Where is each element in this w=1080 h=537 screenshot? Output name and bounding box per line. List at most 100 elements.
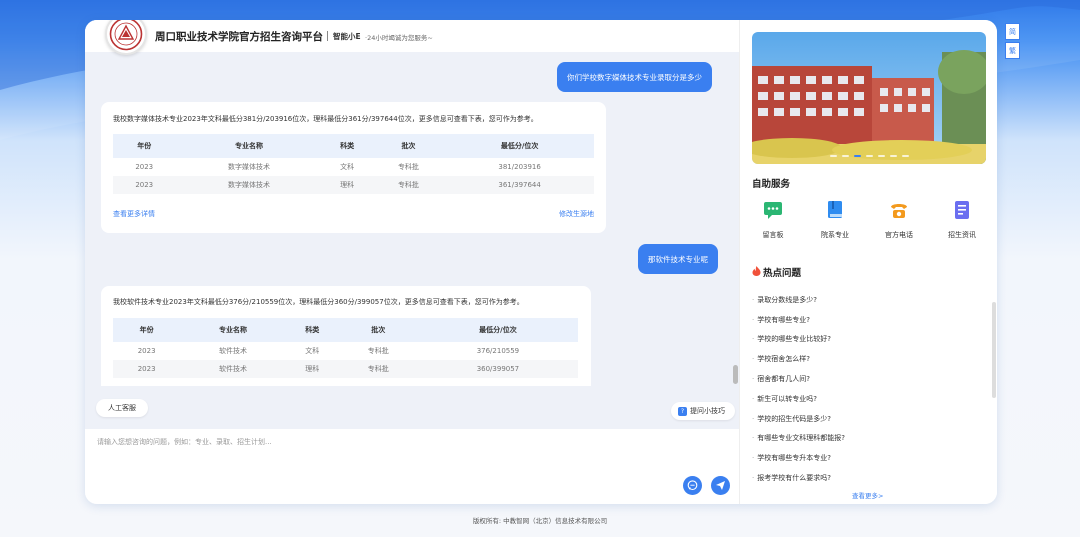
carousel-dot[interactable] xyxy=(889,155,897,157)
table-cell: 专科批 xyxy=(397,163,419,171)
carousel-dot[interactable] xyxy=(877,155,885,157)
question-tips-button[interactable]: ? 提问小技巧 xyxy=(671,402,735,420)
table-cell: 文科 xyxy=(340,163,355,171)
carousel-dot[interactable] xyxy=(901,155,909,157)
service-label: 招生资讯 xyxy=(948,231,976,239)
page-title: 周口职业技术学院官方招生咨询平台 xyxy=(155,31,323,43)
campus-building-image xyxy=(752,32,986,164)
table-cell: 361/397644 xyxy=(445,176,594,194)
table-cell: 理科 xyxy=(322,176,372,194)
bot-message-text: 我校软件技术专业2023年文科最低分376分/210559位次，理科最低分360… xyxy=(113,298,524,306)
column-header: 年份 xyxy=(113,318,181,342)
chat-bubble-button[interactable] xyxy=(683,476,702,495)
table-header-row: 年份 专业名称 科类 批次 最低分/位次 xyxy=(113,134,594,158)
sidebar: 自助服务 留言板 院系专业 官方电话 招生资讯 热点问题 · 录取分数线是多少?… xyxy=(739,20,997,504)
column-header: 科类 xyxy=(322,134,372,158)
hot-question-item[interactable]: 学校的招生代码是多少? xyxy=(752,409,982,429)
carousel-indicators[interactable] xyxy=(752,155,986,157)
telephone-icon xyxy=(891,204,907,218)
table-cell: 2023 xyxy=(113,360,181,378)
hot-question-item[interactable]: 录取分数线是多少? xyxy=(752,290,982,310)
bot-message-text: 我校数字媒体技术专业2023年文科最低分381分/203916位次，理科最低分3… xyxy=(113,115,538,123)
column-header: 最低分/位次 xyxy=(445,134,594,158)
table-cell: 数字媒体技术 xyxy=(228,163,271,171)
input-area xyxy=(85,429,739,504)
score-table: 年份 专业名称 科类 批次 最低分/位次 2023 数字媒体技术 文科 专科批 … xyxy=(113,134,594,194)
simplified-chinese-button[interactable]: 简 xyxy=(1005,23,1020,40)
fire-icon xyxy=(752,266,761,276)
table-row: 2023 数字媒体技术 理科 专科批 361/397644 xyxy=(113,176,594,194)
service-phone[interactable]: 官方电话 xyxy=(874,200,924,240)
bot-message: 我校数字媒体技术专业2023年文科最低分381分/203916位次，理科最低分3… xyxy=(101,102,606,233)
column-header: 科类 xyxy=(285,318,339,342)
user-message-text: 你们学校数字媒体技术专业录取分是多少 xyxy=(567,72,702,82)
copyright-footer: 版权所有: 中教智网（北京）信息技术有限公司 xyxy=(472,517,608,525)
table-cell: 2023 xyxy=(113,176,176,194)
human-service-button[interactable]: 人工客服 xyxy=(96,399,148,417)
service-label: 官方电话 xyxy=(885,231,913,239)
carousel-dot[interactable] xyxy=(865,155,873,157)
hot-question-item[interactable]: 学校有哪些专业? xyxy=(752,310,982,330)
table-cell: 2023 xyxy=(135,163,154,171)
header: 周口职业技术学院官方招生咨询平台 智能小E ·24小时竭诚为您服务~ xyxy=(85,20,739,55)
self-service-title: 自助服务 xyxy=(752,179,791,190)
service-label: 留言板 xyxy=(762,231,784,239)
table-cell: 数字媒体技术 xyxy=(175,176,323,194)
college-logo xyxy=(105,20,147,55)
table-row: 2023 数字媒体技术 文科 专科批 381/203916 xyxy=(113,158,594,176)
human-service-label: 人工客服 xyxy=(108,404,136,412)
send-icon xyxy=(716,481,725,490)
table-cell: 360/399057 xyxy=(417,360,578,378)
chat-bubble-icon xyxy=(687,480,698,491)
question-mark-icon: ? xyxy=(678,406,687,416)
book-icon xyxy=(828,201,842,218)
table-cell: 专科批 xyxy=(367,347,389,355)
column-header: 批次 xyxy=(371,134,446,158)
hot-question-item[interactable]: 新生可以转专业吗? xyxy=(752,389,982,409)
carousel-dot-active[interactable] xyxy=(853,155,861,157)
user-message: 你们学校数字媒体技术专业录取分是多少 xyxy=(557,62,712,92)
chat-scrollbar[interactable] xyxy=(733,365,738,384)
carousel-dot[interactable] xyxy=(829,155,837,157)
hot-question-item[interactable]: 学校宿舍怎么样? xyxy=(752,349,982,369)
table-cell: 专科批 xyxy=(371,176,446,194)
service-message-board[interactable]: 留言板 xyxy=(748,200,798,240)
consult-window: 周口职业技术学院官方招生咨询平台 智能小E ·24小时竭诚为您服务~ 你们学校数… xyxy=(85,20,997,504)
campus-photo-carousel[interactable] xyxy=(752,32,986,164)
hot-list-scrollbar[interactable] xyxy=(992,302,996,398)
user-message: 那软件技术专业呢 xyxy=(638,244,718,274)
column-header: 批次 xyxy=(338,318,418,342)
service-label: 院系专业 xyxy=(821,231,849,239)
column-header: 专业名称 xyxy=(175,134,323,158)
service-departments[interactable]: 院系专业 xyxy=(810,200,860,240)
view-more-details-link[interactable]: 查看更多详情 xyxy=(113,209,155,219)
hot-question-item[interactable]: 报考学校有什么要求吗? xyxy=(752,468,982,488)
table-cell: 376/210559 xyxy=(476,347,520,355)
view-more-link[interactable]: 查看更多> xyxy=(852,490,883,500)
hot-question-item[interactable]: 有哪些专业文科理科都能报? xyxy=(752,429,982,449)
traditional-chinese-button[interactable]: 繁 xyxy=(1005,42,1020,59)
title-divider xyxy=(327,31,328,41)
user-message-text: 那软件技术专业呢 xyxy=(648,254,708,264)
question-tips-label: 提问小技巧 xyxy=(690,407,725,415)
table-header-row: 年份 专业名称 科类 批次 最低分/位次 xyxy=(113,318,578,342)
table-cell: 软件技术 xyxy=(219,347,248,355)
carousel-dot[interactable] xyxy=(841,155,849,157)
table-row: 2023 软件技术 文科 专科批 376/210559 xyxy=(113,342,578,360)
table-cell: 理科 xyxy=(285,360,339,378)
send-button[interactable] xyxy=(711,476,730,495)
assistant-name: 智能小E xyxy=(333,32,361,41)
hot-questions-list: 录取分数线是多少? 学校有哪些专业? 学校的哪些专业比较好? 学校宿舍怎么样? … xyxy=(752,290,982,488)
hot-question-item[interactable]: 学校有哪些专升本专业? xyxy=(752,448,982,468)
table-cell: 2023 xyxy=(137,347,156,355)
hot-question-item[interactable]: 学校的哪些专业比较好? xyxy=(752,330,982,350)
table-cell: 文科 xyxy=(305,347,320,355)
table-row: 2023 软件技术 理科 专科批 360/399057 xyxy=(113,360,578,378)
question-input[interactable] xyxy=(97,437,657,457)
hot-questions-title: 热点问题 xyxy=(763,268,802,279)
hot-question-item[interactable]: 宿舍都有几人间? xyxy=(752,369,982,389)
column-header: 最低分/位次 xyxy=(417,318,578,342)
service-admission-news[interactable]: 招生资讯 xyxy=(937,200,987,240)
tagline: ·24小时竭诚为您服务~ xyxy=(365,34,433,42)
change-origin-link[interactable]: 修改生源地 xyxy=(559,209,594,219)
